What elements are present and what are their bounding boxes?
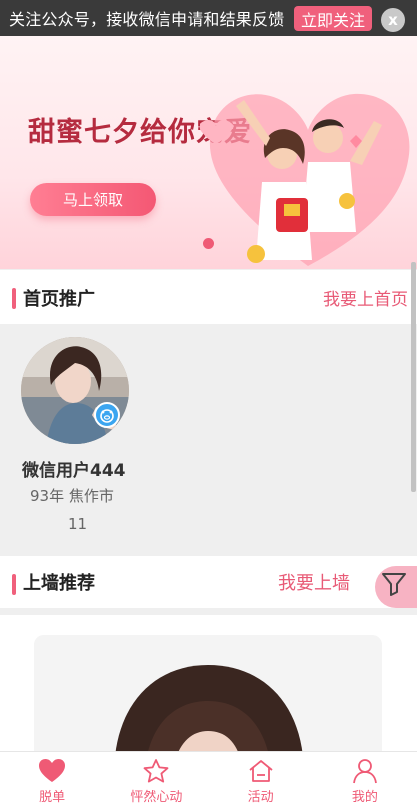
follow-button[interactable]: 立即关注 [294, 6, 372, 31]
section-accent-bar [12, 574, 16, 595]
section-title: 上墙推荐 [23, 573, 95, 594]
couple-illustration [200, 93, 410, 266]
notice-text: 关注公众号，接收微信申请和结果反馈 [9, 10, 285, 29]
section-accent-bar [12, 288, 16, 309]
heart-icon [39, 759, 66, 782]
close-notice-button[interactable]: x [381, 8, 405, 32]
tab-match[interactable]: 脱单 [0, 752, 104, 809]
tab-activity[interactable]: 活动 [209, 752, 313, 809]
wall-recommend-list [0, 615, 417, 765]
claim-now-button[interactable]: 马上领取 [30, 183, 156, 216]
filter-button[interactable] [375, 566, 417, 608]
tab-crush[interactable]: 怦然心动 [104, 752, 208, 809]
user-count: 11 [68, 515, 88, 533]
tab-label: 我的 [351, 790, 378, 805]
tab-label: 怦然心动 [130, 790, 183, 805]
wall-recommend-header: 上墙推荐 我要上墙 [0, 556, 417, 608]
homepage-promo-header: 首页推广 我要上首页 [0, 270, 417, 325]
tab-profile[interactable]: 我的 [313, 752, 417, 809]
homepage-promo-list: 微信用户444 93年 焦作市 11 [0, 324, 417, 548]
go-to-homepage-link[interactable]: 我要上首页 [323, 285, 408, 310]
scrollbar[interactable] [411, 262, 416, 492]
tab-label: 活动 [247, 790, 274, 805]
go-to-wall-link[interactable]: 我要上墙 [278, 569, 350, 595]
pig-badge-icon [94, 402, 120, 428]
follow-notice-bar: 关注公众号，接收微信申请和结果反馈 立即关注 x [0, 0, 417, 36]
app-page: 关注公众号，接收微信申请和结果反馈 立即关注 x 甜蜜七夕给你宠爱 马上领取 首… [0, 0, 417, 809]
wall-user-photo[interactable] [34, 635, 382, 765]
user-icon [352, 759, 377, 784]
user-avatar[interactable] [21, 337, 129, 444]
user-name[interactable]: 微信用户444 [22, 456, 126, 481]
bottom-tab-bar: 脱单 怦然心动 活动 我的 [0, 751, 417, 809]
star-icon [143, 759, 169, 783]
home-icon [249, 760, 273, 782]
tab-label: 脱单 [39, 790, 66, 805]
promo-banner[interactable]: 甜蜜七夕给你宠爱 马上领取 [0, 36, 417, 269]
filter-icon [382, 573, 406, 596]
user-info: 93年 焦作市 [30, 487, 114, 505]
section-title: 首页推广 [23, 288, 95, 310]
